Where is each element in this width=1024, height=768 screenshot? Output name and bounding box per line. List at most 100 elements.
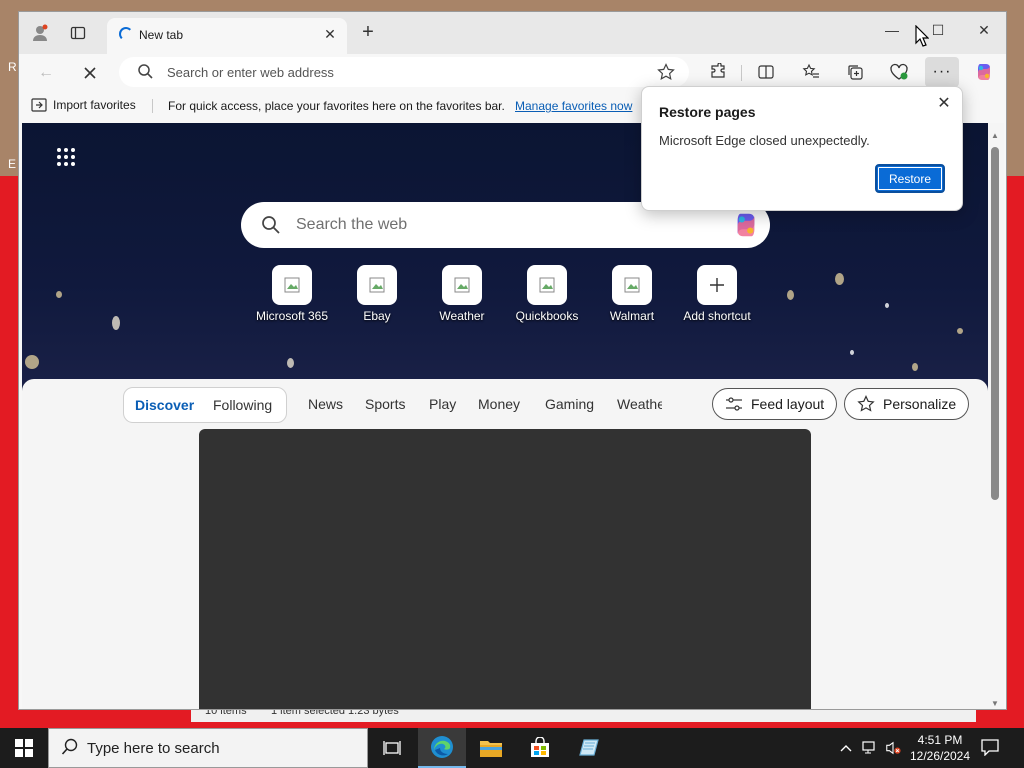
desktop-edge-text: E bbox=[8, 157, 17, 171]
address-bar[interactable] bbox=[119, 57, 689, 87]
search-icon bbox=[61, 738, 79, 759]
tab-weather[interactable]: Weathe bbox=[617, 396, 662, 412]
task-view-icon[interactable] bbox=[368, 728, 416, 768]
clock-date: 12/26/2024 bbox=[909, 749, 971, 763]
shortcut-label: Quickbooks bbox=[515, 309, 579, 323]
extensions-icon[interactable] bbox=[707, 61, 729, 83]
background-particle bbox=[957, 328, 963, 334]
personalize-button[interactable]: Personalize bbox=[844, 388, 970, 420]
shortcut-label: Walmart bbox=[609, 309, 655, 323]
tab-discover[interactable]: Discover bbox=[135, 397, 194, 413]
new-tab-button[interactable]: + bbox=[357, 21, 379, 43]
close-window-button[interactable]: ✕ bbox=[973, 22, 995, 42]
tab-news[interactable]: News bbox=[308, 396, 343, 412]
mouse-pointer-icon bbox=[915, 24, 930, 50]
tab-play[interactable]: Play bbox=[429, 396, 456, 412]
maximize-button[interactable]: ☐ bbox=[927, 22, 949, 42]
microsoft-store-icon[interactable] bbox=[516, 728, 564, 768]
feed-layout-button[interactable]: Feed layout bbox=[712, 388, 838, 420]
background-particle bbox=[885, 303, 889, 308]
copilot-icon[interactable] bbox=[973, 61, 995, 83]
start-button[interactable] bbox=[0, 728, 48, 768]
windows-logo-icon bbox=[15, 739, 33, 757]
volume-muted-icon[interactable] bbox=[885, 740, 901, 756]
broken-image-icon bbox=[612, 265, 652, 305]
shortcut-weather[interactable]: Weather bbox=[417, 265, 507, 323]
collections-icon[interactable] bbox=[844, 61, 866, 83]
notifications-icon[interactable] bbox=[980, 738, 1002, 758]
back-button[interactable]: ← bbox=[35, 62, 57, 84]
background-particle bbox=[850, 350, 854, 355]
dialog-title: Restore pages bbox=[659, 104, 756, 120]
scroll-up-arrow-icon[interactable]: ▲ bbox=[991, 131, 999, 140]
feed-layout-label: Feed layout bbox=[751, 396, 825, 412]
feed-section: Discover Following News Sports Play Mone… bbox=[22, 379, 988, 709]
scrollbar-thumb[interactable] bbox=[991, 147, 999, 500]
desktop-edge-text: R bbox=[8, 60, 17, 74]
close-dialog-icon[interactable]: ✕ bbox=[934, 93, 954, 113]
minimize-button[interactable]: — bbox=[881, 22, 903, 42]
taskbar-search-placeholder: Type here to search bbox=[87, 739, 220, 757]
copilot-icon[interactable] bbox=[732, 211, 760, 242]
shortcut-microsoft-365[interactable]: Microsoft 365 bbox=[247, 265, 337, 323]
scroll-down-arrow-icon[interactable]: ▼ bbox=[991, 699, 999, 708]
restore-pages-dialog: Restore pages ✕ Microsoft Edge closed un… bbox=[641, 86, 963, 211]
search-icon bbox=[137, 63, 154, 83]
background-particle bbox=[56, 291, 62, 298]
browser-essentials-icon[interactable] bbox=[888, 61, 910, 83]
manage-favorites-link[interactable]: Manage favorites now bbox=[515, 99, 632, 113]
background-particle bbox=[25, 355, 39, 369]
edge-taskbar-icon[interactable] bbox=[418, 728, 466, 768]
shortcut-walmart[interactable]: Walmart bbox=[587, 265, 677, 323]
import-favorites-button[interactable]: Import favorites bbox=[31, 98, 136, 112]
system-clock[interactable]: 4:51 PM 12/26/2024 bbox=[905, 732, 975, 764]
tab-gaming[interactable]: Gaming bbox=[545, 396, 594, 412]
tab-sports[interactable]: Sports bbox=[365, 396, 405, 412]
add-shortcut-button[interactable]: Add shortcut bbox=[672, 265, 762, 323]
sparkle-star-icon bbox=[857, 395, 875, 412]
shortcut-label: Weather bbox=[439, 309, 485, 323]
tab-title: New tab bbox=[139, 28, 184, 42]
address-input[interactable] bbox=[167, 63, 637, 81]
import-icon bbox=[31, 98, 47, 112]
network-icon[interactable] bbox=[862, 740, 878, 756]
broken-image-icon bbox=[527, 265, 567, 305]
tab-following[interactable]: Following bbox=[213, 397, 272, 413]
broken-image-icon bbox=[442, 265, 482, 305]
taskbar-search-box[interactable]: Type here to search bbox=[48, 728, 368, 768]
loading-spinner-icon bbox=[119, 27, 133, 41]
background-particle bbox=[835, 273, 844, 285]
file-explorer-icon[interactable] bbox=[467, 728, 515, 768]
app-taskbar-icon[interactable] bbox=[565, 728, 613, 768]
favorites-icon[interactable] bbox=[800, 61, 822, 83]
close-tab-icon[interactable]: ✕ bbox=[321, 26, 339, 43]
profile-icon[interactable] bbox=[31, 24, 49, 42]
background-particle bbox=[912, 363, 918, 371]
restore-button[interactable]: Restore bbox=[875, 164, 945, 193]
stop-loading-button[interactable] bbox=[79, 62, 101, 84]
shortcut-label: Microsoft 365 bbox=[255, 309, 329, 323]
sliders-icon bbox=[726, 397, 742, 411]
toolbar: ← ··· bbox=[19, 54, 1006, 90]
show-hidden-icons-chevron-icon[interactable] bbox=[838, 740, 854, 756]
split-screen-icon[interactable] bbox=[755, 61, 777, 83]
taskbar: Type here to search 4:51 PM 12/26/2024 bbox=[0, 728, 1024, 768]
tab-actions-icon[interactable] bbox=[69, 24, 87, 42]
page-scrollbar[interactable]: ▲ ▼ bbox=[988, 123, 1004, 709]
web-search-input[interactable] bbox=[296, 215, 696, 235]
app-launcher-icon[interactable] bbox=[56, 147, 76, 170]
shortcut-quickbooks[interactable]: Quickbooks bbox=[502, 265, 592, 323]
toolbar-divider bbox=[741, 65, 742, 81]
clock-time: 4:51 PM bbox=[917, 733, 963, 747]
favorites-hint: For quick access, place your favorites h… bbox=[168, 99, 505, 113]
feed-card-placeholder[interactable] bbox=[199, 429, 811, 709]
background-particle bbox=[787, 290, 794, 300]
shortcut-label: Add shortcut bbox=[683, 309, 751, 323]
dialog-message: Microsoft Edge closed unexpectedly. bbox=[659, 133, 870, 148]
shortcut-ebay[interactable]: Ebay bbox=[332, 265, 422, 323]
tab-new-tab[interactable]: New tab ✕ bbox=[107, 18, 347, 54]
favorite-star-icon[interactable] bbox=[657, 63, 675, 84]
tab-money[interactable]: Money bbox=[478, 396, 520, 412]
import-favorites-label: Import favorites bbox=[53, 98, 136, 112]
settings-and-more-button[interactable]: ··· bbox=[925, 57, 959, 87]
